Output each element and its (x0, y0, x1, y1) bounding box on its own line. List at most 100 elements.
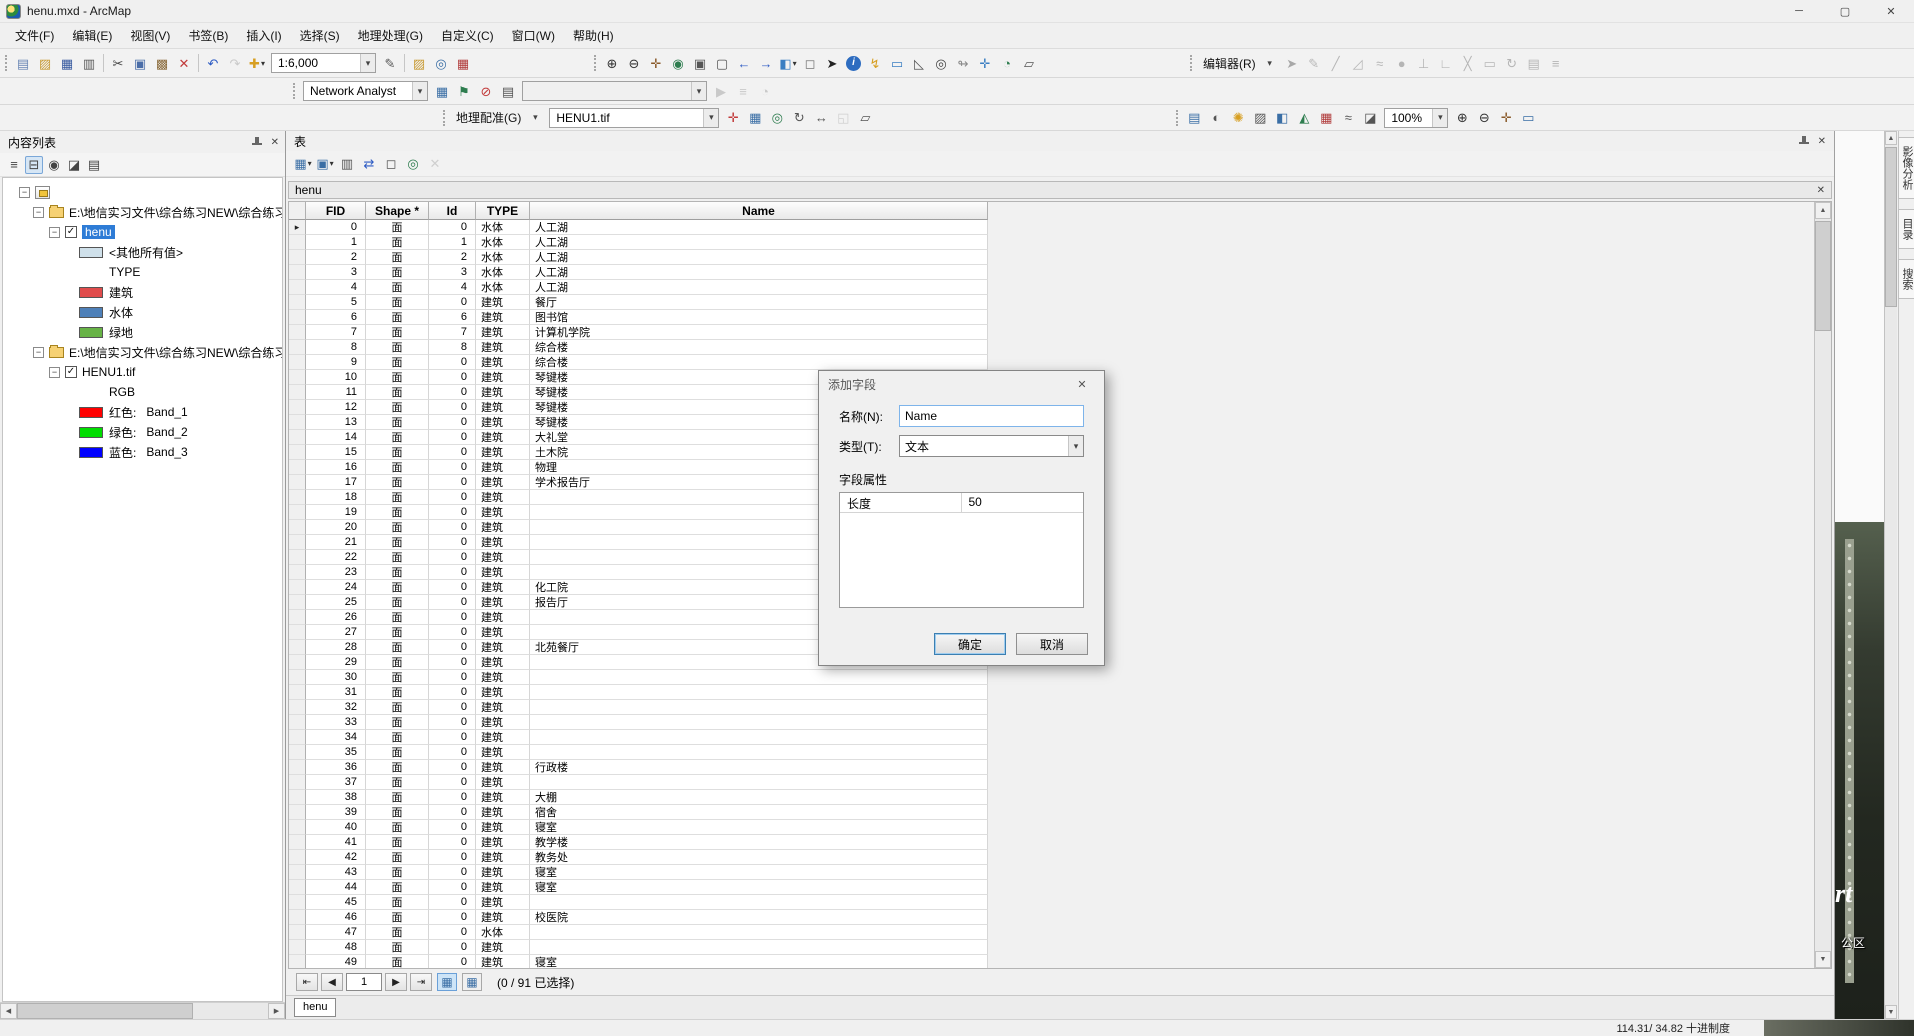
record-number-input[interactable]: 1 (346, 973, 382, 991)
menu-item[interactable]: 编辑(E) (63, 23, 121, 48)
menu-item[interactable]: 自定义(C) (432, 23, 503, 48)
hyperlink-icon[interactable]: ↯ (865, 53, 885, 73)
effects-zoom-combo[interactable]: 100% ▾ (1384, 107, 1449, 128)
pin-icon[interactable] (1798, 135, 1810, 147)
table-options-icon[interactable]: ▦ ▾ (293, 154, 313, 174)
pan-icon[interactable]: ✛ (646, 53, 666, 73)
table-row[interactable]: 34 面 0 建筑 (289, 730, 988, 745)
clear-table-selection-icon[interactable]: ◻ (381, 154, 401, 174)
table-row[interactable]: 4 面 4 水体 人工湖 (289, 280, 988, 295)
table-row[interactable]: 47 面 0 水体 (289, 925, 988, 940)
menu-item[interactable]: 帮助(H) (564, 23, 623, 48)
toolbar-grip[interactable] (594, 55, 596, 71)
tree-item-source[interactable]: E:\地信实习文件\综合练习NEW\综合练习 (3, 342, 282, 362)
scroll-up-button[interactable]: ▲ (1815, 202, 1831, 219)
save-icon[interactable]: ▦ (57, 53, 77, 73)
collapse-icon[interactable] (33, 206, 44, 218)
table-row[interactable]: 42 面 0 建筑 教务处 (289, 850, 988, 865)
band-item-green[interactable]: 绿色: Band_2 (3, 422, 282, 442)
toc-horizontal-scrollbar[interactable]: ◀ ▶ (0, 1002, 285, 1019)
brightness-icon[interactable]: ✺ (1228, 108, 1248, 128)
dra-icon[interactable]: ◪ (1360, 108, 1380, 128)
legend-item-class[interactable]: 水体 (3, 302, 282, 322)
undo-icon[interactable]: ↶ (203, 53, 223, 73)
measure-icon[interactable]: ◺ (909, 53, 929, 73)
map-view-strip[interactable]: rt 公区 (1835, 131, 1884, 1019)
table-row[interactable]: 49 面 0 建筑 寝室 (289, 955, 988, 968)
table-row[interactable]: ▸ 0 面 0 水体 人工湖 (289, 220, 988, 235)
add-control-points-icon[interactable]: ✛ (723, 108, 743, 128)
toolbar-grip[interactable] (293, 83, 295, 99)
property-row[interactable]: 长度 50 (840, 493, 1083, 513)
dock-tab[interactable]: 影像分析 (1898, 137, 1914, 199)
toolbar-grip[interactable] (1176, 109, 1179, 126)
menu-item[interactable]: 选择(S) (291, 23, 349, 48)
editor-menu-button[interactable]: 编辑器(R) ▾ (1197, 53, 1281, 74)
link-table-icon[interactable]: ▦ (745, 108, 765, 128)
scale-combo[interactable]: 1:6,000 ▾ (271, 53, 376, 73)
html-popup-icon[interactable]: ▭ (887, 53, 907, 73)
network-analyst-combo[interactable]: Network Analyst ▾ (303, 81, 428, 101)
tree-item-dataframe[interactable] (3, 182, 282, 202)
table-row[interactable]: 5 面 0 建筑 餐厅 (289, 295, 988, 310)
scroll-down-button[interactable]: ▼ (1815, 951, 1831, 968)
table-row[interactable]: 31 面 0 建筑 (289, 685, 988, 700)
table-row[interactable]: 2 面 2 水体 人工湖 (289, 250, 988, 265)
first-record-button[interactable]: ⇤ (296, 973, 318, 991)
table-row[interactable]: 9 面 0 建筑 综合楼 (289, 355, 988, 370)
add-data-icon[interactable]: ✚ ▾ (247, 53, 267, 73)
scrollbar-thumb[interactable] (17, 1003, 193, 1019)
band-item-red[interactable]: 红色: Band_1 (3, 402, 282, 422)
scroll-up-button[interactable]: ▲ (1885, 131, 1897, 145)
network-attributes-icon[interactable]: ▤ (498, 81, 518, 101)
ok-button[interactable]: 确定 (934, 633, 1006, 655)
arctoolbox-icon[interactable]: ▦ (453, 53, 473, 73)
column-header[interactable]: Name (530, 202, 988, 220)
swipe-layer-icon[interactable]: ◧ (1272, 108, 1292, 128)
layer-name-label[interactable]: henu (82, 225, 115, 239)
table-row[interactable]: 44 面 0 建筑 寝室 (289, 880, 988, 895)
back-extent-icon[interactable]: ← (734, 53, 754, 73)
collapse-icon[interactable] (49, 226, 60, 238)
full-extent-icon[interactable]: ◉ (668, 53, 688, 73)
table-row[interactable]: 7 面 7 建筑 计算机学院 (289, 325, 988, 340)
table-row[interactable]: 43 面 0 建筑 寝室 (289, 865, 988, 880)
zoom-to-selected-icon[interactable]: ◎ (403, 154, 423, 174)
fixed-zoom-in-icon[interactable]: ▣ (690, 53, 710, 73)
select-elements-icon[interactable]: ➤ (822, 53, 842, 73)
paste-icon[interactable]: ▩ (152, 53, 172, 73)
zoom-out-icon[interactable]: ⊖ (624, 53, 644, 73)
zoom-in-icon[interactable]: ⊕ (602, 53, 622, 73)
table-document-close-icon[interactable]: ✕ (1817, 185, 1825, 196)
print-icon[interactable]: ▥ (79, 53, 99, 73)
table-row[interactable]: 39 面 0 建筑 宿舍 (289, 805, 988, 820)
column-header[interactable]: Id (429, 202, 476, 220)
scroll-down-button[interactable]: ▼ (1885, 1005, 1897, 1019)
flicker-layer-icon[interactable]: ◭ (1294, 108, 1314, 128)
find-icon[interactable]: ◎ (931, 53, 951, 73)
menu-item[interactable]: 窗口(W) (503, 23, 564, 48)
go-to-xy-icon[interactable]: ✛ (975, 53, 995, 73)
list-by-drawing-order-icon[interactable]: ≡ (5, 156, 23, 174)
create-network-location-icon[interactable]: ⚑ (454, 81, 474, 101)
cut-icon[interactable]: ✂ (108, 53, 128, 73)
menu-item[interactable]: 视图(V) (121, 23, 179, 48)
raster-identify-icon[interactable]: ▭ (1518, 108, 1538, 128)
collapse-icon[interactable] (19, 186, 30, 198)
viewer-window-icon[interactable]: ▱ (1019, 53, 1039, 73)
menu-item[interactable]: 书签(B) (179, 23, 237, 48)
rotate-icon[interactable]: ↻ (789, 108, 809, 128)
stretch-icon[interactable]: ≈ (1338, 108, 1358, 128)
table-row[interactable]: 40 面 0 建筑 寝室 (289, 820, 988, 835)
toc-close-icon[interactable]: ✕ (271, 137, 279, 148)
dialog-titlebar[interactable]: 添加字段 ✕ (819, 371, 1104, 397)
tree-item-layer-henu1-tif[interactable]: HENU1.tif (3, 362, 282, 382)
pin-icon[interactable] (251, 136, 263, 148)
chevron-down-icon[interactable]: ▾ (703, 108, 719, 127)
scroll-left-button[interactable]: ◀ (0, 1003, 17, 1019)
chevron-down-icon[interactable]: ▾ (1432, 108, 1448, 127)
next-record-button[interactable]: ▶ (385, 973, 407, 991)
table-row[interactable]: 33 面 0 建筑 (289, 715, 988, 730)
table-row[interactable]: 45 面 0 建筑 (289, 895, 988, 910)
band-item-blue[interactable]: 蓝色: Band_3 (3, 442, 282, 462)
